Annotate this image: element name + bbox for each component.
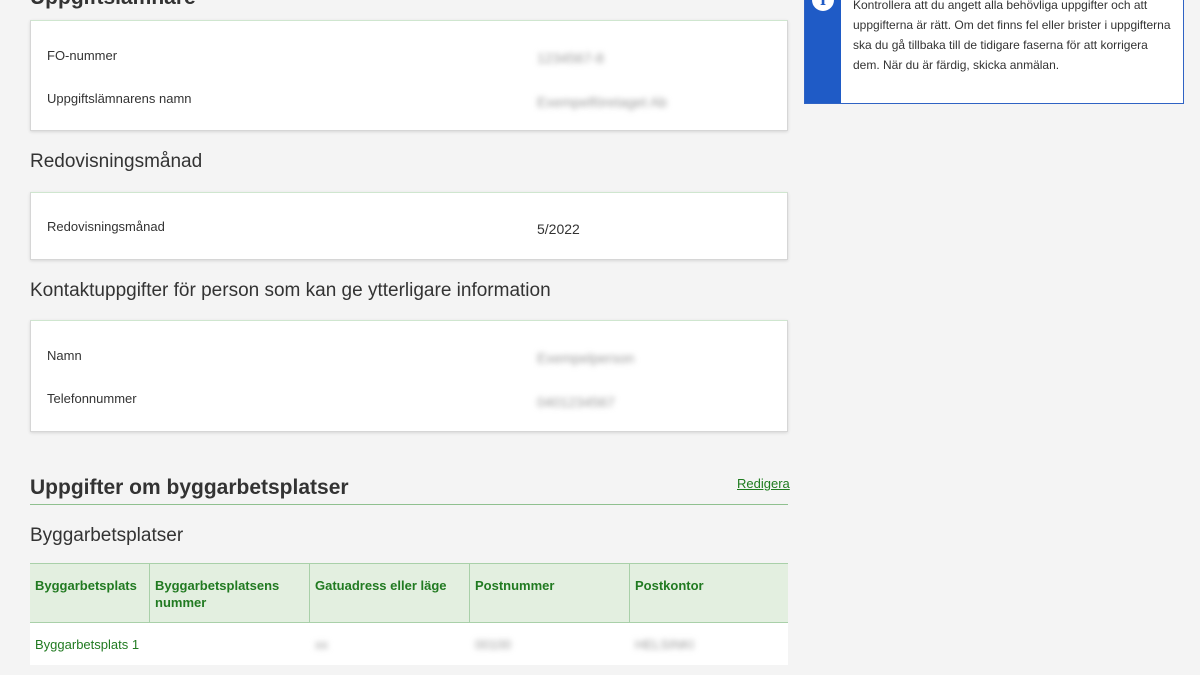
info-stripe: i — [805, 0, 841, 103]
sites-subheading: Byggarbetsplatser — [30, 525, 184, 546]
sites-table: Byggarbetsplats Byggarbetsplatsens numme… — [30, 563, 788, 665]
reporter-name-label: Uppgiftslämnarens namn — [47, 91, 192, 106]
info-notice: i Kontrollera att du angett alla behövli… — [804, 0, 1184, 104]
table-header: Byggarbetsplats Byggarbetsplatsens numme… — [30, 563, 788, 623]
section-divider — [30, 504, 788, 505]
fo-number-label: FO-nummer — [47, 48, 118, 63]
contact-name-value: Exempelperson — [537, 350, 635, 366]
fo-number-value: 1234567-8 — [537, 50, 604, 66]
site-post-office-cell: HELSINKI — [635, 636, 695, 652]
info-icon: i — [812, 0, 834, 11]
column-header-post-office[interactable]: Postkontor — [630, 564, 788, 622]
info-text: Kontrollera att du angett alla behövliga… — [853, 0, 1171, 72]
report-month-card: Redovisningsmånad 5/2022 — [30, 192, 788, 260]
contact-phone-value: 0401234567 — [537, 394, 615, 410]
contact-card: Namn Exempelperson Telefonnummer 0401234… — [30, 320, 788, 432]
contact-phone-label: Telefonnummer — [47, 391, 137, 406]
report-month-label: Redovisningsmånad — [47, 219, 165, 234]
column-header-address[interactable]: Gatuadress eller läge — [310, 564, 470, 622]
contact-heading: Kontaktuppgifter för person som kan ge y… — [30, 280, 551, 301]
site-postcode-cell: 00100 — [475, 636, 512, 652]
reporter-name-value: Exempelföretaget Ab — [537, 94, 667, 110]
column-header-postcode[interactable]: Postnummer — [470, 564, 630, 622]
report-month-heading: Redovisningsmånad — [30, 151, 203, 172]
sites-title: Uppgifter om byggarbetsplatser — [30, 476, 349, 499]
section-heading-reporter: Uppgiftslämnare — [30, 0, 196, 10]
site-link[interactable]: Byggarbetsplats 1 — [30, 637, 150, 652]
table-row: Byggarbetsplats 1 xx 00100 HELSINKI — [30, 623, 788, 665]
site-address-cell: xx — [315, 636, 328, 652]
report-month-value: 5/2022 — [537, 221, 580, 237]
contact-name-label: Namn — [47, 348, 82, 363]
edit-link[interactable]: Redigera — [737, 476, 790, 491]
reporter-card: FO-nummer 1234567-8 Uppgiftslämnarens na… — [30, 20, 788, 131]
column-header-site[interactable]: Byggarbetsplats — [30, 564, 150, 622]
column-header-site-number[interactable]: Byggarbetsplatsens nummer — [150, 564, 310, 622]
